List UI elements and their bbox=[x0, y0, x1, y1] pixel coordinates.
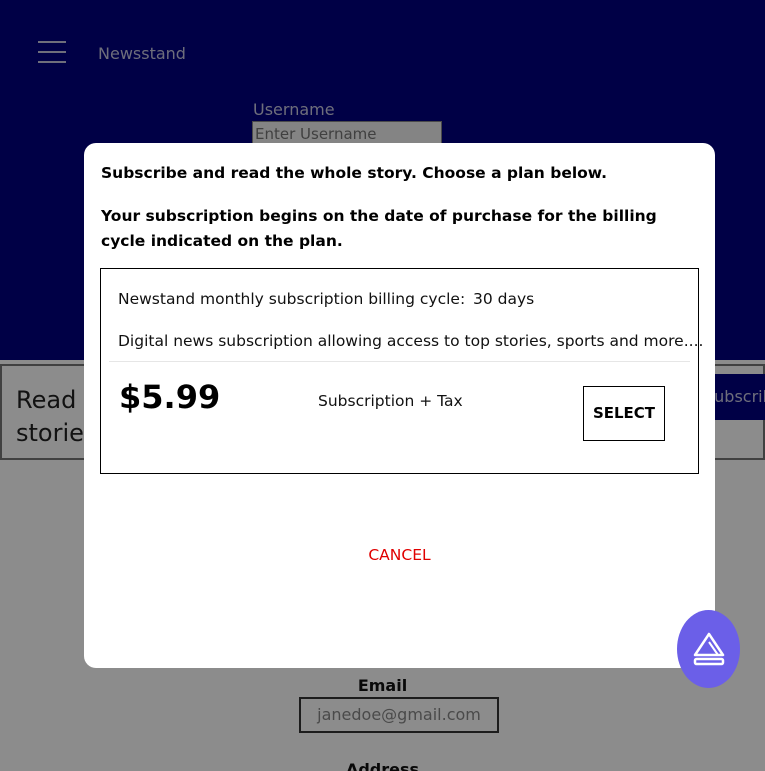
plan-price: $5.99 bbox=[119, 378, 221, 416]
subscription-dialog: Subscribe and read the whole story. Choo… bbox=[84, 143, 715, 668]
dialog-title: Subscribe and read the whole story. Choo… bbox=[101, 164, 608, 182]
cancel-button[interactable]: CANCEL bbox=[84, 546, 715, 564]
eject-button[interactable] bbox=[677, 610, 740, 688]
dialog-note: Your subscription begins on the date of … bbox=[101, 207, 657, 250]
plan-price-note: Subscription + Tax bbox=[318, 392, 463, 410]
plan-description: Digital news subscription allowing acces… bbox=[118, 332, 704, 350]
plan-cycle-label: Newstand monthly subscription billing cy… bbox=[118, 290, 466, 308]
plan-cycle-value: 30 days bbox=[473, 290, 535, 308]
select-plan-button[interactable]: SELECT bbox=[583, 386, 665, 441]
eject-icon bbox=[693, 632, 724, 666]
plan-divider bbox=[109, 361, 690, 362]
plan-card: Newstand monthly subscription billing cy… bbox=[100, 268, 703, 474]
